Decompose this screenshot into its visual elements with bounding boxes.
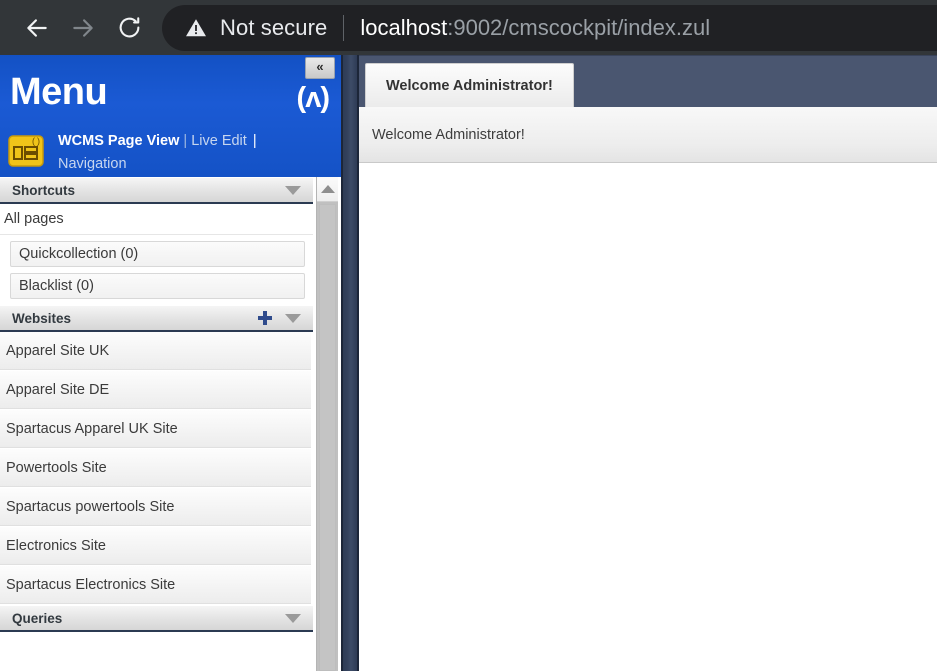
shortcut-item-blacklist[interactable]: Blacklist (0) [10, 273, 305, 299]
tab-strip: Welcome Administrator! [359, 55, 937, 107]
welcome-panel-text: Welcome Administrator! [359, 107, 937, 163]
website-item[interactable]: Spartacus Electronics Site [0, 566, 311, 605]
perspective-line-primary: WCMS Page View | Live Edit | [58, 133, 257, 149]
plus-icon[interactable] [257, 310, 273, 326]
collapse-sidebar-button[interactable]: « [305, 57, 335, 79]
back-button[interactable] [14, 5, 60, 51]
svg-text:(: ( [32, 136, 35, 146]
scrollbar-thumb[interactable] [319, 204, 336, 671]
shortcut-item-all-pages[interactable]: All pages [0, 204, 313, 235]
omnibox-divider [343, 14, 345, 41]
content-empty-area [359, 163, 937, 671]
browser-toolbar: Not secure localhost:9002/cmscockpit/ind… [0, 0, 937, 55]
website-item[interactable]: Electronics Site [0, 527, 311, 566]
sidebar-scrollbar[interactable] [316, 177, 338, 671]
link-separator-1: | [183, 133, 188, 149]
reload-icon [117, 15, 142, 40]
wcms-page-view-icon: ( ) [8, 133, 44, 169]
chevron-down-icon[interactable] [285, 313, 301, 323]
chevron-down-icon[interactable] [285, 185, 301, 195]
menu-title: Menu [10, 71, 108, 113]
website-item[interactable]: Spartacus powertools Site [0, 488, 311, 527]
perspective-switcher: ( ) WCMS Page View | Live Edit | Navigation [0, 131, 341, 175]
website-item[interactable]: Spartacus Apparel UK Site [0, 410, 311, 449]
security-status-label: Not secure [220, 14, 328, 40]
link-separator-2: | [252, 133, 257, 149]
group-header-shortcuts[interactable]: Shortcuts [0, 177, 313, 204]
scroll-up-arrow-icon[interactable] [317, 177, 338, 202]
chevron-down-icon[interactable] [285, 613, 301, 623]
sidebar-scroll-area: Shortcuts All pages Quickcollection (0) … [0, 177, 341, 671]
website-item[interactable]: Powertools Site [0, 449, 311, 488]
caret-up-glyph [320, 185, 335, 193]
splitter-edge-left [341, 55, 343, 671]
address-bar[interactable]: Not secure localhost:9002/cmscockpit/ind… [162, 4, 937, 51]
url-text: localhost:9002/cmscockpit/index.zul [360, 15, 710, 41]
group-title-websites: Websites [12, 310, 72, 326]
arrow-right-icon [70, 15, 96, 41]
group-header-websites[interactable]: Websites [0, 305, 313, 332]
group-title-shortcuts: Shortcuts [12, 182, 76, 198]
url-path: :9002/cmscockpit/index.zul [447, 14, 711, 40]
group-header-queries[interactable]: Queries [0, 605, 313, 632]
menu-header: « Menu (ʌ) ( ) WCMS Page View | Live Edit | [0, 55, 341, 177]
svg-text:): ) [37, 136, 40, 146]
zk-logo: (ʌ) [296, 82, 330, 114]
link-live-edit[interactable]: Live Edit [191, 133, 247, 149]
group-title-queries: Queries [12, 610, 63, 626]
forward-button[interactable] [60, 5, 106, 51]
website-item[interactable]: Apparel Site UK [0, 332, 311, 371]
sidebar-groups: Shortcuts All pages Quickcollection (0) … [0, 177, 313, 671]
link-navigation[interactable]: Navigation [58, 151, 257, 175]
shortcut-item-quickcollection[interactable]: Quickcollection (0) [10, 241, 305, 267]
link-wcms-page-view[interactable]: WCMS Page View [58, 133, 179, 149]
left-sidebar: « Menu (ʌ) ( ) WCMS Page View | Live Edit | [0, 55, 341, 671]
main-content-area: Welcome Administrator! Welcome Administr… [359, 55, 937, 671]
application-page: « Menu (ʌ) ( ) WCMS Page View | Live Edit | [0, 55, 937, 671]
arrow-left-icon [24, 15, 50, 41]
reload-button[interactable] [106, 5, 152, 51]
warning-triangle-icon[interactable] [184, 16, 208, 40]
perspective-links: WCMS Page View | Live Edit | Navigation [58, 131, 257, 175]
sidebar-splitter[interactable] [341, 55, 359, 671]
tab-welcome-administrator[interactable]: Welcome Administrator! [365, 63, 574, 107]
url-host: localhost [360, 14, 448, 40]
website-item[interactable]: Apparel Site DE [0, 371, 311, 410]
